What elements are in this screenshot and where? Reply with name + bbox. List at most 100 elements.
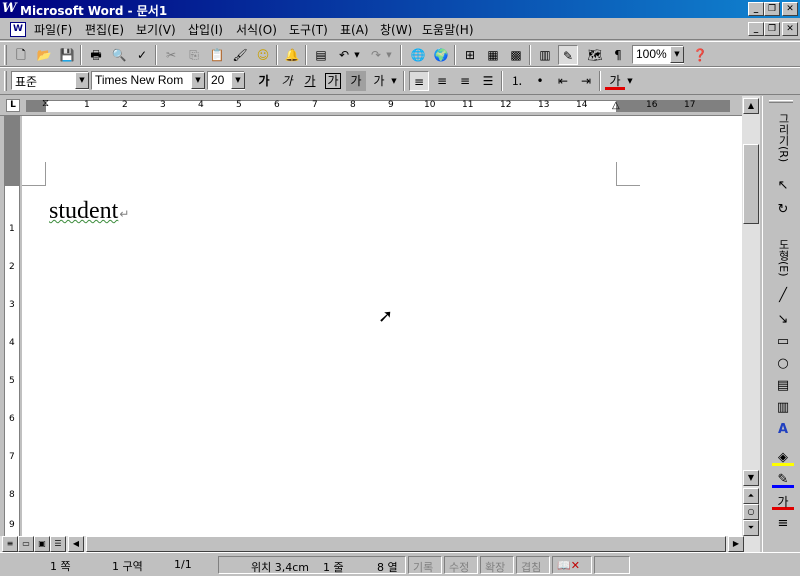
outline-view-button[interactable]: ☰ xyxy=(50,536,66,552)
cut-icon[interactable]: ✂ xyxy=(161,45,181,65)
print-icon[interactable]: 🖶 xyxy=(86,45,106,65)
undo-dropdown-icon[interactable]: ▼ xyxy=(352,45,362,65)
insert-hyperlink-icon[interactable]: ▤ xyxy=(311,45,331,65)
horizontal-scroll-thumb[interactable] xyxy=(86,536,726,552)
char-scale-icon[interactable]: 가↕ xyxy=(369,71,389,108)
menu-format[interactable]: 서식(O) xyxy=(236,21,277,38)
horizontal-scrollbar[interactable]: ≡ ▭ ▣ ☰ ◀ ▶ xyxy=(0,536,760,552)
copy-icon[interactable]: ⎘ xyxy=(184,45,204,65)
format-painter-icon[interactable]: 🖌 xyxy=(230,45,250,65)
toolbar-grip[interactable] xyxy=(4,71,7,91)
help-icon[interactable]: ❓ xyxy=(690,45,710,65)
menu-edit[interactable]: 편집(E) xyxy=(85,21,124,38)
minimize-button[interactable]: _ xyxy=(748,2,764,16)
first-line-indent-marker[interactable]: ⧖ xyxy=(42,98,49,109)
vertical-scrollbar[interactable]: ▲ ▼ ⏶ ○ ⏷ xyxy=(742,96,760,536)
select-browse-object-button[interactable]: ○ xyxy=(743,504,759,520)
menu-insert[interactable]: 삽입(I) xyxy=(188,21,223,38)
print-layout-view-button[interactable]: ▣ xyxy=(34,536,50,552)
italic-icon[interactable]: 가 xyxy=(277,71,297,91)
arrow-icon[interactable]: ↘ xyxy=(772,310,794,330)
tab-stop-selector[interactable]: L xyxy=(6,99,20,112)
spelling-status-book-icon[interactable]: 📖✕ xyxy=(552,556,592,574)
fill-color-icon[interactable]: ◈ xyxy=(772,448,794,466)
char-shading-icon[interactable]: 가 xyxy=(346,71,366,91)
web-toolbar-icon[interactable]: 🌍 xyxy=(431,45,451,65)
draw-menu[interactable]: 그리기(R) xyxy=(771,108,791,168)
doc-close-button[interactable]: ✕ xyxy=(782,22,798,36)
draw-font-color-icon[interactable]: 가 xyxy=(772,492,794,510)
scroll-down-button[interactable]: ▼ xyxy=(743,470,759,486)
undo-icon[interactable]: ↶ xyxy=(334,45,354,65)
decrease-indent-icon[interactable]: ⇤ xyxy=(553,71,573,91)
status-overtype[interactable]: 겹침 xyxy=(516,556,550,574)
zoom-dropdown-icon[interactable]: ▼ xyxy=(670,46,684,63)
increase-indent-icon[interactable]: ⇥ xyxy=(576,71,596,91)
horizontal-ruler[interactable]: L ⧖ △ 1 2 3 4 5 6 7 8 9 10 11 12 13 14 1… xyxy=(0,96,760,116)
document-icon[interactable]: W xyxy=(10,22,26,37)
close-button[interactable]: ✕ xyxy=(782,2,798,16)
new-document-icon[interactable]: 🗋 xyxy=(11,45,31,65)
tables-borders-icon[interactable]: ⊞ xyxy=(460,45,480,65)
word-app-icon[interactable]: W xyxy=(2,1,18,17)
text-box-icon[interactable]: ▤ xyxy=(772,376,794,396)
document-word[interactable]: student xyxy=(49,198,118,224)
justify-icon[interactable]: ≡ xyxy=(409,71,429,91)
scroll-right-button[interactable]: ▶ xyxy=(728,536,744,552)
status-track-changes[interactable]: 수정 xyxy=(444,556,478,574)
bullets-icon[interactable]: • xyxy=(530,71,550,91)
font-combo[interactable]: Times New Rom xyxy=(91,71,205,90)
wordart-icon[interactable]: A xyxy=(772,420,794,440)
toolbar-grip[interactable] xyxy=(4,45,7,65)
numbering-icon[interactable]: ⒈ xyxy=(507,71,527,91)
menu-help[interactable]: 도움말(H) xyxy=(422,21,474,38)
char-border-icon[interactable]: 가 xyxy=(323,71,343,91)
redo-icon[interactable]: ↷ xyxy=(366,45,386,65)
free-rotate-icon[interactable]: ↻ xyxy=(772,200,794,220)
font-dropdown-icon[interactable]: ▼ xyxy=(191,72,205,89)
redo-dropdown-icon[interactable]: ▼ xyxy=(384,45,394,65)
insert-excel-icon[interactable]: ▩ xyxy=(506,45,526,65)
menu-tools[interactable]: 도구(T) xyxy=(289,21,328,38)
spelling-icon[interactable]: ✓ xyxy=(132,45,152,65)
font-size-dropdown-icon[interactable]: ▼ xyxy=(231,72,245,89)
previous-page-button[interactable]: ⏶ xyxy=(743,488,759,504)
scroll-up-button[interactable]: ▲ xyxy=(743,98,759,114)
paste-icon[interactable]: 📋 xyxy=(207,45,227,65)
align-center-icon[interactable]: ≡ xyxy=(432,71,452,91)
columns-icon[interactable]: ▥ xyxy=(535,45,555,65)
menu-window[interactable]: 창(W) xyxy=(380,21,412,38)
autoshapes-menu[interactable]: 도형(E) xyxy=(771,228,791,288)
underline-icon[interactable]: 가 xyxy=(300,71,320,91)
document-text[interactable]: student↵ xyxy=(49,198,129,225)
office-assistant-smiley-icon[interactable]: ☺ xyxy=(253,45,273,65)
vertical-ruler[interactable]: 1 2 3 4 5 6 7 8 9 xyxy=(4,116,20,536)
rectangle-icon[interactable]: ▭ xyxy=(772,332,794,352)
web-layout-view-button[interactable]: ▭ xyxy=(18,536,34,552)
doc-restore-button[interactable]: ❐ xyxy=(764,22,780,36)
restore-button[interactable]: ❐ xyxy=(764,2,780,16)
menu-view[interactable]: 보기(V) xyxy=(136,21,176,38)
print-preview-icon[interactable]: 🔍 xyxy=(109,45,129,65)
menu-table[interactable]: 표(A) xyxy=(340,21,369,38)
show-hide-icon[interactable]: ¶ xyxy=(608,45,628,65)
drawing-icon[interactable]: ✎ xyxy=(558,45,578,65)
menu-file[interactable]: 파일(F) xyxy=(34,21,72,38)
status-extend[interactable]: 확장 xyxy=(480,556,514,574)
scroll-thumb[interactable] xyxy=(743,144,759,224)
line-color-icon[interactable]: ✎ xyxy=(772,470,794,488)
normal-view-button[interactable]: ≡ xyxy=(2,536,18,552)
right-indent-marker[interactable]: △ xyxy=(612,100,620,111)
char-scale-dropdown-icon[interactable]: ▼ xyxy=(389,71,399,91)
font-color-icon[interactable]: 가 xyxy=(605,71,625,90)
oval-icon[interactable]: ○ xyxy=(772,354,794,374)
distribute-icon[interactable]: ☰ xyxy=(478,71,498,91)
font-color-dropdown-icon[interactable]: ▼ xyxy=(625,71,635,91)
insert-table-icon[interactable]: ▦ xyxy=(483,45,503,65)
document-page[interactable]: student↵ ➚ xyxy=(22,116,742,536)
status-record[interactable]: 기록 xyxy=(408,556,442,574)
scroll-left-button[interactable]: ◀ xyxy=(68,536,84,552)
save-icon[interactable]: 💾 xyxy=(57,45,77,65)
toolbar-grip[interactable] xyxy=(769,100,793,103)
line-icon[interactable]: ╱ xyxy=(772,286,794,306)
